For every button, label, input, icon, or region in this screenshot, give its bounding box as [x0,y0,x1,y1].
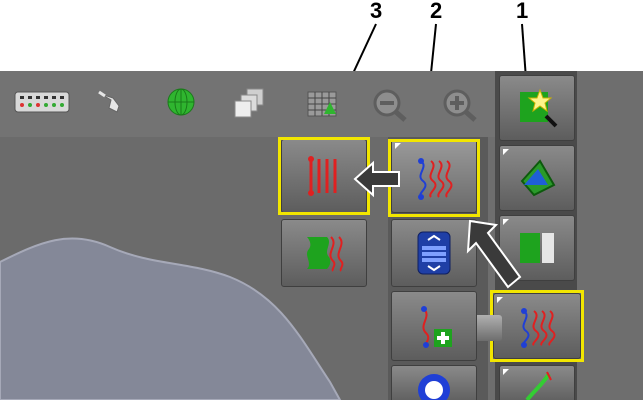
list-scroll-button[interactable] [391,219,477,287]
zoom-out-icon[interactable] [370,87,410,123]
arrow-select-up [466,219,522,289]
boundary-icon [520,159,556,197]
marker-curve-icon [525,371,552,400]
highlight-2 [388,139,480,217]
curved-green-button[interactable] [281,219,367,287]
top-toolbar [0,71,500,137]
add-curve-button[interactable] [391,291,477,361]
add-curve-icon [421,306,452,348]
list-scroll-icon [417,231,451,275]
rows-status-icon[interactable] [12,87,72,117]
auto-button[interactable] [391,365,477,400]
globe-icon[interactable] [163,87,199,117]
submenu-indicator [503,369,509,375]
map-star-button[interactable] [499,75,575,141]
terminal-screen [0,71,643,400]
map-star-icon [520,88,558,128]
highlight-1 [490,290,584,362]
curved-guidance-icon [307,236,344,272]
layers-icon[interactable] [228,87,268,121]
spray-nozzle-icon[interactable] [92,87,128,117]
zoom-in-icon[interactable] [440,87,480,123]
arrow-select-left [353,160,400,198]
boundary-button[interactable] [499,145,575,211]
marker-button[interactable] [499,365,575,400]
grid-map-icon[interactable] [303,87,343,121]
submenu-indicator [503,149,509,155]
auto-icon [418,374,450,400]
